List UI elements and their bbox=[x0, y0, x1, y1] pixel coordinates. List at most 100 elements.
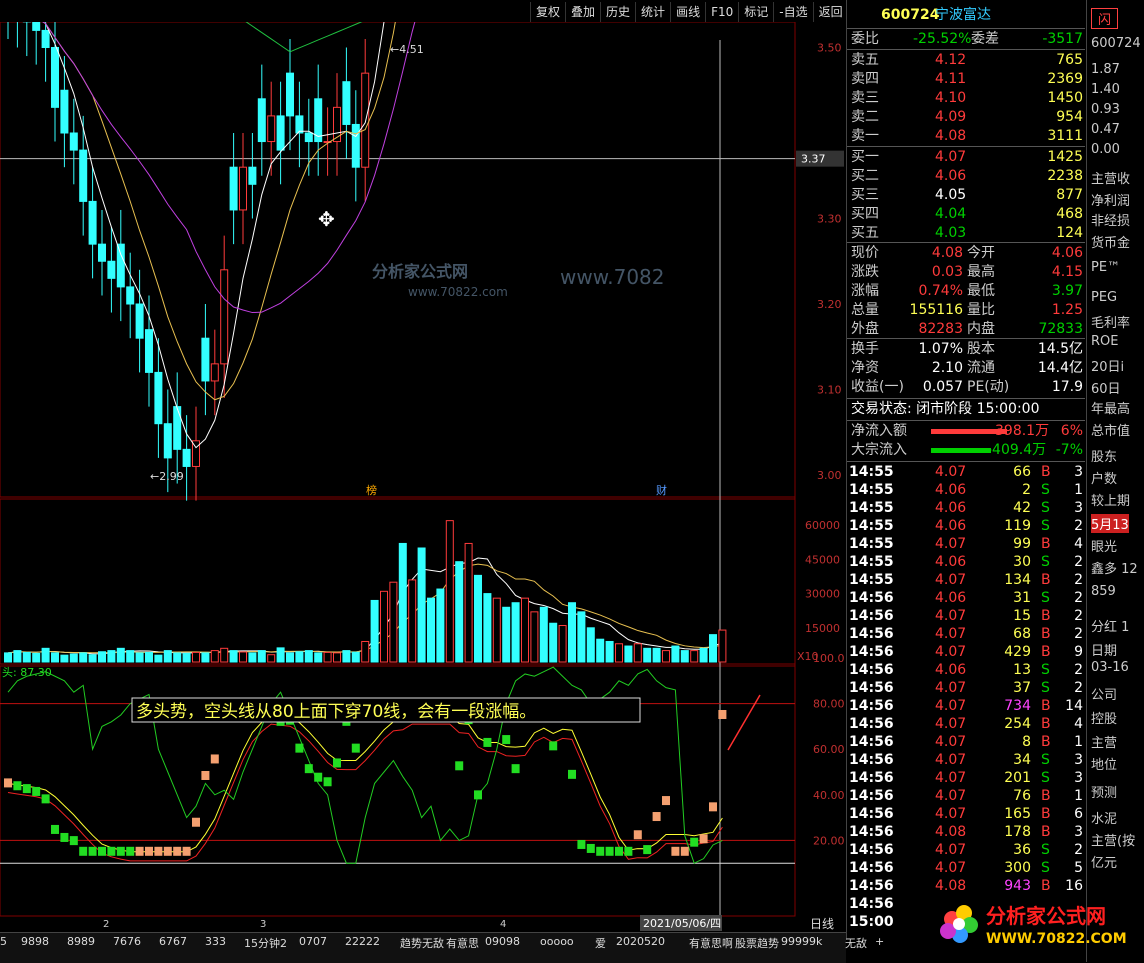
tick-side: B bbox=[1041, 626, 1051, 642]
side-item: 地位 bbox=[1091, 758, 1118, 773]
ask-volume: 3111 bbox=[1047, 128, 1083, 144]
indicator-tab[interactable]: 99999k bbox=[781, 935, 822, 948]
tick-count: 6 bbox=[1074, 806, 1083, 822]
ask-volume: 2369 bbox=[1047, 71, 1083, 87]
tick-count: 2 bbox=[1074, 518, 1083, 534]
volume-bar bbox=[558, 625, 567, 663]
ask-label: 卖二 bbox=[851, 109, 879, 125]
ask-label: 卖五 bbox=[851, 52, 879, 68]
indicator-tab[interactable]: 爱 bbox=[595, 935, 606, 951]
tick-time: 14:55 bbox=[849, 464, 894, 480]
kline-chart[interactable]: 4.404.304.204.104.003.903.803.703.603.50… bbox=[0, 0, 846, 932]
bid-row: 买三 4.05 877 bbox=[847, 186, 1085, 205]
indicator-tab[interactable]: 0707 bbox=[299, 935, 327, 948]
volume-bar bbox=[239, 651, 247, 663]
chart-area[interactable]: 4.404.304.204.104.003.903.803.703.603.50… bbox=[0, 0, 846, 932]
tick-price: 4.08 bbox=[935, 824, 967, 840]
indicator-block bbox=[680, 846, 689, 856]
candle-body bbox=[32, 0, 41, 31]
volume-bar bbox=[333, 652, 341, 663]
indicator-block bbox=[624, 846, 633, 856]
volume-bar bbox=[502, 606, 511, 663]
side-item: 控股 bbox=[1091, 712, 1118, 727]
toolbar-draw[interactable]: 画线 bbox=[670, 2, 705, 22]
side-item: 年最高 bbox=[1091, 402, 1131, 417]
tick-time: 14:55 bbox=[849, 518, 894, 534]
tick-row: 14:56 4.07 36 S 2 bbox=[847, 841, 1085, 859]
side-item: 0.93 bbox=[1091, 102, 1120, 117]
tick-time: 14:56 bbox=[849, 896, 894, 912]
toolbar-back[interactable]: 返回 bbox=[812, 2, 848, 22]
indicator-block bbox=[69, 836, 78, 846]
indicator-block bbox=[615, 846, 623, 856]
price-tick-label: 3.20 bbox=[817, 298, 842, 311]
month-label: 3 bbox=[260, 919, 266, 930]
candle-body bbox=[286, 72, 294, 117]
bid-volume: 1425 bbox=[1047, 149, 1083, 165]
indicator-tab[interactable]: 5 bbox=[0, 935, 7, 948]
toolbar-history[interactable]: 历史 bbox=[600, 2, 635, 22]
indicator-tab[interactable]: 8989 bbox=[67, 935, 95, 948]
side-item: 非经损 bbox=[1091, 214, 1131, 229]
tick-volume: 254 bbox=[1004, 716, 1031, 732]
tick-row: 14:56 4.07 15 B 2 bbox=[847, 607, 1085, 625]
toolbar-overlay[interactable]: 叠加 bbox=[565, 2, 600, 22]
volume-bar bbox=[596, 638, 605, 663]
volume-bar bbox=[643, 647, 652, 663]
indicator-tab[interactable]: 2020520 bbox=[616, 935, 665, 948]
indicator-tab[interactable]: 09098 bbox=[485, 935, 520, 948]
indicator-tab[interactable]: 有意思啊 bbox=[689, 935, 733, 951]
side-item: 货币金 bbox=[1091, 236, 1131, 251]
side-item: 分红 1 bbox=[1091, 620, 1130, 635]
stat-row: 现价 4.08 今开 4.06 bbox=[847, 244, 1085, 263]
volume-bar bbox=[342, 650, 351, 663]
quote-panel: 600724 宁波富达 委比 -25.52% 委差 -3517 卖五 4.12 76… bbox=[846, 0, 1087, 940]
netflow-row: 净流入额 398.1万 6% bbox=[847, 422, 1085, 441]
indicator-tab[interactable]: 9898 bbox=[21, 935, 49, 948]
stat-row: 涨幅 0.74% 最低 3.97 bbox=[847, 282, 1085, 301]
indicator-tab[interactable]: 22222 bbox=[345, 935, 380, 948]
stat-label: 量比 bbox=[967, 302, 995, 318]
indicator-tab[interactable]: 有意思 bbox=[446, 935, 479, 951]
indicator-tab[interactable]: 股票趋势 bbox=[735, 935, 779, 951]
indicator-block bbox=[192, 817, 200, 827]
tick-count: 2 bbox=[1074, 680, 1083, 696]
volume-bar bbox=[13, 650, 22, 663]
indicator-tab[interactable]: 无敌 bbox=[845, 935, 867, 951]
side-item: PEG bbox=[1091, 290, 1118, 305]
toolbar-watchlist[interactable]: -自选 bbox=[773, 2, 812, 22]
tick-price: 4.07 bbox=[935, 698, 967, 714]
indicator-tab[interactable]: 趋势无敌 bbox=[400, 935, 444, 951]
volume-bar bbox=[60, 654, 69, 663]
stat-value: 0.03 bbox=[931, 264, 963, 280]
indicator-tab[interactable]: 6767 bbox=[159, 935, 187, 948]
tick-side: B bbox=[1041, 824, 1051, 840]
toolbar-fuquan[interactable]: 复权 bbox=[530, 2, 565, 22]
toolbar-stats[interactable]: 统计 bbox=[635, 2, 670, 22]
fund-row: 收益(一) 0.057 PE(动) 17.9 bbox=[847, 378, 1085, 397]
indicator-tab[interactable]: 7676 bbox=[113, 935, 141, 948]
volume-tick-label: 45000 bbox=[805, 553, 840, 566]
volume-bar bbox=[267, 654, 276, 663]
indicator-block bbox=[333, 758, 341, 768]
candle-body bbox=[304, 132, 313, 143]
volume-bar bbox=[380, 590, 388, 663]
indicator-tab[interactable]: ooooo bbox=[540, 935, 574, 948]
toolbar-mark[interactable]: 标记 bbox=[738, 2, 773, 22]
indicator-tab[interactable]: 15分钟2 bbox=[244, 935, 287, 951]
volume-bar bbox=[624, 645, 633, 663]
tick-price: 4.07 bbox=[935, 536, 967, 552]
indicator-block bbox=[351, 743, 360, 753]
indicator-tab[interactable]: + bbox=[875, 935, 884, 948]
toolbar-f10[interactable]: F10 bbox=[705, 2, 738, 22]
side-item: 1.40 bbox=[1091, 82, 1120, 97]
indicator-block bbox=[643, 845, 652, 855]
indicator-tab[interactable]: 333 bbox=[205, 935, 226, 948]
stat-value: 82283 bbox=[918, 321, 963, 337]
volume-bar bbox=[79, 652, 88, 663]
volume-bar bbox=[652, 647, 661, 663]
candle-body bbox=[60, 89, 69, 134]
tick-count: 9 bbox=[1074, 644, 1083, 660]
tick-count: 3 bbox=[1074, 500, 1083, 516]
indicator-block bbox=[41, 794, 50, 804]
